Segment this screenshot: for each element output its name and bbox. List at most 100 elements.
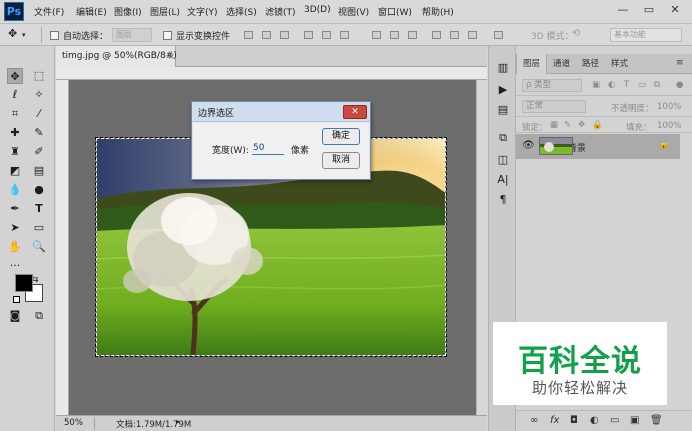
ok-button[interactable]: 确定 bbox=[322, 128, 360, 145]
crop-tool-icon[interactable]: ⌗ bbox=[7, 106, 23, 122]
type-tool-icon[interactable]: T bbox=[31, 201, 47, 217]
move-tool-icon[interactable]: ✥ bbox=[7, 68, 23, 84]
tab-layers[interactable]: 图层 bbox=[516, 54, 548, 74]
menu-window[interactable]: 窗口(W) bbox=[378, 5, 412, 18]
align-right-icon[interactable] bbox=[340, 31, 349, 39]
auto-align-icon[interactable] bbox=[494, 31, 503, 39]
restore-button[interactable]: ▭ bbox=[638, 0, 660, 20]
fx-icon[interactable]: fx bbox=[550, 415, 559, 426]
menu-3d[interactable]: 3D(D) bbox=[304, 5, 331, 15]
healing-brush-tool-icon[interactable]: ✚ bbox=[7, 125, 23, 141]
gradient-tool-icon[interactable]: ▤ bbox=[31, 163, 47, 179]
filter-pixel-icon[interactable]: ▣ bbox=[592, 80, 600, 90]
menu-help[interactable]: 帮助(H) bbox=[422, 5, 454, 18]
pen-tool-icon[interactable]: ✒ bbox=[7, 201, 23, 217]
lock-pixels-icon[interactable]: ✎ bbox=[564, 120, 571, 130]
menu-file[interactable]: 文件(F) bbox=[34, 5, 64, 18]
distribute-bottom-icon[interactable] bbox=[408, 31, 417, 39]
history-brush-tool-icon[interactable]: ✐ bbox=[31, 144, 47, 160]
workspace-dropdown[interactable]: 基本功能 bbox=[610, 28, 682, 42]
foreground-color-swatch[interactable] bbox=[15, 274, 33, 292]
eraser-tool-icon[interactable]: ◩ bbox=[7, 163, 23, 179]
filter-adjust-icon[interactable]: ◐ bbox=[608, 80, 615, 90]
tab-paths[interactable]: 路径 bbox=[576, 54, 605, 74]
preset-chevron-down-icon[interactable]: ▾ bbox=[22, 31, 26, 39]
menu-image[interactable]: 图像(I) bbox=[114, 5, 142, 18]
cancel-button[interactable]: 取消 bbox=[322, 152, 360, 169]
history-icon[interactable]: ▥ bbox=[495, 60, 511, 76]
lock-position-icon[interactable]: ✥ bbox=[578, 120, 585, 130]
navigator-icon[interactable]: ◫ bbox=[495, 152, 511, 168]
brush-tool-icon[interactable]: ✎ bbox=[31, 125, 47, 141]
distribute-right-icon[interactable] bbox=[468, 31, 477, 39]
align-vcenter-icon[interactable] bbox=[262, 31, 271, 39]
status-menu-arrow-icon[interactable]: ▸ bbox=[176, 417, 180, 426]
distribute-hcenter-icon[interactable] bbox=[450, 31, 459, 39]
eyedropper-tool-icon[interactable]: ⁄ bbox=[31, 106, 47, 122]
visibility-eye-icon[interactable]: 👁 bbox=[522, 140, 535, 151]
document-tab[interactable]: timg.jpg @ 50%(RGB/8#) × bbox=[56, 46, 177, 67]
align-left-icon[interactable] bbox=[304, 31, 313, 39]
filter-shape-icon[interactable]: ▭ bbox=[638, 80, 646, 90]
align-top-icon[interactable] bbox=[244, 31, 253, 39]
lasso-tool-icon[interactable]: ℓ bbox=[7, 87, 23, 103]
close-window-button[interactable]: ✕ bbox=[664, 0, 686, 20]
auto-select-checkbox[interactable] bbox=[50, 31, 59, 40]
character-icon[interactable]: A| bbox=[495, 172, 511, 188]
auto-select-dropdown[interactable]: 图层 bbox=[112, 28, 152, 42]
align-bottom-icon[interactable] bbox=[280, 31, 289, 39]
shape-tool-icon[interactable]: ▭ bbox=[31, 220, 47, 236]
paragraph-icon[interactable]: ¶ bbox=[495, 192, 511, 208]
fill-value[interactable]: 100% bbox=[657, 121, 681, 131]
adjustment-layer-icon[interactable]: ◐ bbox=[590, 415, 599, 426]
blur-tool-icon[interactable]: 💧 bbox=[7, 182, 23, 198]
menu-filter[interactable]: 滤镜(T) bbox=[265, 5, 296, 18]
show-transform-checkbox[interactable] bbox=[163, 31, 172, 40]
magic-wand-tool-icon[interactable]: ✧ bbox=[31, 87, 47, 103]
quick-mask-icon[interactable]: ◙ bbox=[7, 308, 23, 324]
filter-toggle-icon[interactable]: ● bbox=[676, 80, 683, 90]
menu-edit[interactable]: 编辑(E) bbox=[76, 5, 107, 18]
default-colors-icon[interactable] bbox=[13, 296, 20, 303]
tab-styles[interactable]: 样式 bbox=[605, 54, 634, 74]
screen-mode-icon[interactable]: ⧉ bbox=[31, 308, 47, 324]
delete-layer-icon[interactable]: 🗑 bbox=[650, 415, 663, 426]
opacity-value[interactable]: 100% bbox=[657, 102, 681, 112]
distribute-vcenter-icon[interactable] bbox=[390, 31, 399, 39]
clone-stamp-tool-icon[interactable]: ♜ bbox=[7, 144, 23, 160]
add-mask-icon[interactable]: ◘ bbox=[570, 415, 578, 426]
3d-rotate-icon[interactable]: ⟲ bbox=[572, 28, 580, 39]
filter-smart-icon[interactable]: ⧉ bbox=[654, 80, 660, 90]
width-input[interactable] bbox=[252, 141, 284, 155]
menu-select[interactable]: 选择(S) bbox=[226, 5, 257, 18]
zoom-level[interactable]: 50% bbox=[64, 418, 83, 428]
actions-play-icon[interactable]: ▶ bbox=[495, 82, 511, 98]
move-tool-preset-icon[interactable]: ✥ bbox=[8, 27, 17, 40]
distribute-left-icon[interactable] bbox=[432, 31, 441, 39]
new-group-icon[interactable]: ▭ bbox=[610, 415, 619, 426]
lock-all-icon[interactable]: 🔒 bbox=[592, 120, 603, 130]
dialog-close-button[interactable]: ✕ bbox=[343, 105, 367, 119]
menu-view[interactable]: 视图(V) bbox=[338, 5, 369, 18]
swatches-icon[interactable]: ⧉ bbox=[495, 130, 511, 146]
hand-tool-icon[interactable]: ✋ bbox=[7, 239, 23, 255]
properties-icon[interactable]: ▤ bbox=[495, 102, 511, 118]
distribute-top-icon[interactable] bbox=[372, 31, 381, 39]
menu-layer[interactable]: 图层(L) bbox=[150, 5, 180, 18]
marquee-tool-icon[interactable]: ⬚ bbox=[31, 68, 47, 84]
filter-type-dropdown[interactable]: ρ 类型 bbox=[522, 79, 582, 92]
vertical-scrollbar[interactable] bbox=[476, 80, 487, 415]
align-hcenter-icon[interactable] bbox=[322, 31, 331, 39]
menu-type[interactable]: 文字(Y) bbox=[187, 5, 218, 18]
tab-close-icon[interactable]: × bbox=[168, 46, 175, 67]
zoom-tool-icon[interactable]: 🔍 bbox=[31, 239, 47, 255]
more-tools-icon[interactable]: ··· bbox=[7, 258, 23, 274]
link-layers-icon[interactable]: ∞ bbox=[530, 415, 538, 426]
dialog-title-bar[interactable]: 边界选区 ✕ bbox=[192, 102, 370, 122]
panel-menu-icon[interactable]: ≡ bbox=[676, 58, 684, 68]
dodge-tool-icon[interactable]: ● bbox=[31, 182, 47, 198]
tab-channels[interactable]: 通道 bbox=[547, 54, 576, 74]
filter-type-icon[interactable]: T bbox=[624, 80, 629, 90]
path-selection-tool-icon[interactable]: ➤ bbox=[7, 220, 23, 236]
new-layer-icon[interactable]: ▣ bbox=[630, 415, 639, 426]
